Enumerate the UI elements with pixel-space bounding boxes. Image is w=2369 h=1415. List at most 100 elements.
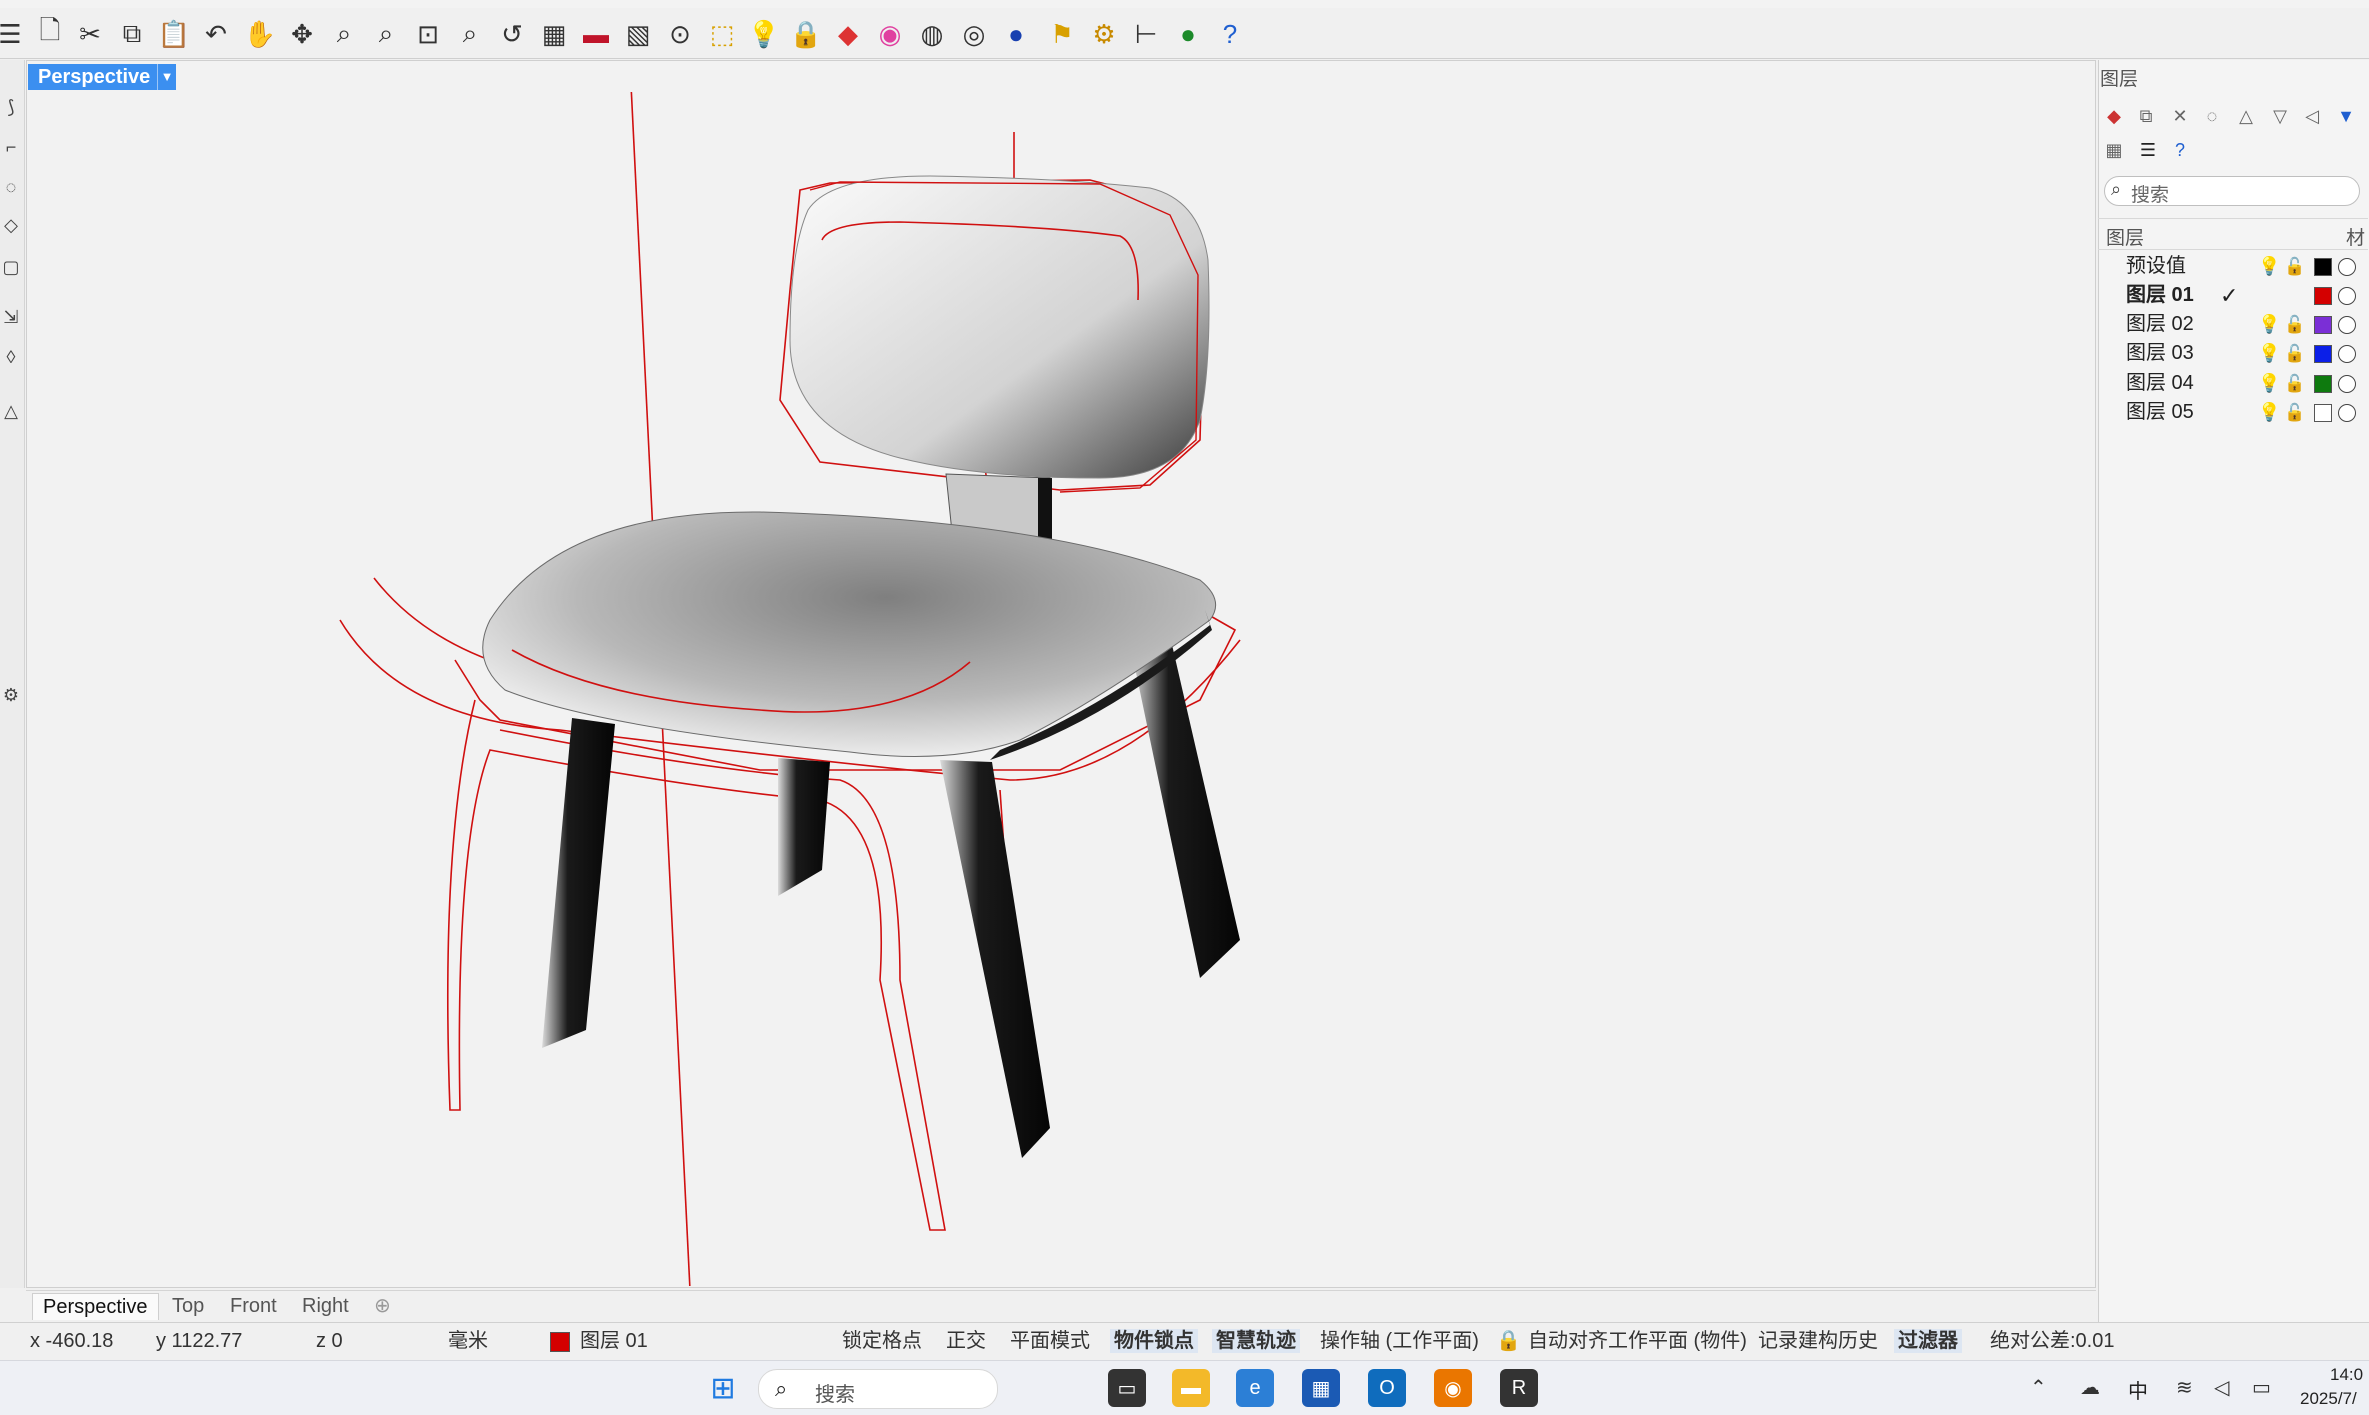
layer-row[interactable]: 图层 04 💡 🔓	[2098, 369, 2368, 398]
circle-tool-icon[interactable]: ◌	[0, 176, 22, 198]
grid-snap-toggle[interactable]: 锁定格点	[842, 1329, 922, 1353]
layer-visibility-icon[interactable]: 💡	[2258, 339, 2280, 368]
current-layer-check-icon[interactable]: ✓	[2220, 281, 2238, 310]
gumball-toggle[interactable]: 操作轴 (工作平面)	[1320, 1329, 1479, 1353]
layer-material-icon[interactable]: ◌	[2200, 104, 2224, 128]
osnap-toggle[interactable]: 物件锁点	[1110, 1329, 1198, 1353]
copy-icon[interactable]: ⧉	[116, 18, 148, 50]
layer-search-input[interactable]: ⌕ 搜索	[2104, 176, 2360, 206]
globe-icon[interactable]: ●	[1172, 18, 1204, 50]
clock-date[interactable]: 2025/7/	[2300, 1389, 2357, 1409]
tray-chevron-icon[interactable]: ⌃	[2030, 1375, 2047, 1400]
new-file-icon[interactable]: 🗋	[34, 15, 66, 50]
planar-toggle[interactable]: 平面模式	[1010, 1329, 1090, 1353]
windows-start-icon[interactable]: ⊞	[704, 1369, 742, 1407]
wireframe-sphere-icon[interactable]: ◍	[916, 18, 948, 50]
layer-color-swatch[interactable]	[2314, 316, 2332, 334]
edge-browser-icon[interactable]: e	[1236, 1369, 1274, 1407]
four-viewports-icon[interactable]: ▦	[538, 18, 570, 50]
table-view-icon[interactable]: ▦	[2102, 138, 2126, 162]
polyline-tool-icon[interactable]: ⌐	[0, 136, 22, 158]
units[interactable]: 毫米	[448, 1329, 488, 1353]
color-wheel-icon[interactable]: ◉	[874, 18, 906, 50]
filter-icon[interactable]: ▼	[2334, 104, 2358, 128]
layer-visibility-icon[interactable]: 💡	[2258, 310, 2280, 339]
store-icon[interactable]: ▦	[1302, 1369, 1340, 1407]
undo-view-icon[interactable]: ↺	[496, 18, 528, 50]
layer-material-circle-icon[interactable]	[2338, 404, 2356, 422]
layer-lock-icon[interactable]: 🔓	[2284, 398, 2305, 427]
pan-hand-icon[interactable]: ✋	[244, 18, 276, 50]
zoom-icon[interactable]: ⌕	[328, 18, 360, 50]
layer-lock-icon[interactable]: 🔓	[2284, 310, 2305, 339]
help-icon[interactable]: ?	[1214, 18, 1246, 50]
layer-visibility-icon[interactable]: 💡	[2258, 252, 2280, 281]
task-view-icon[interactable]: ▭	[1108, 1369, 1146, 1407]
layer-row[interactable]: 图层 01 ✓	[2098, 281, 2368, 310]
edit-tool-icon[interactable]: ◊	[0, 346, 22, 368]
material-icon[interactable]: ◆	[832, 18, 864, 50]
layer-lock-icon[interactable]: 🔓	[2284, 369, 2305, 398]
layer-visibility-icon[interactable]: 💡	[2258, 369, 2280, 398]
select-icon[interactable]: ⬚	[706, 18, 738, 50]
blender-icon[interactable]: ◉	[1434, 1369, 1472, 1407]
ime-indicator[interactable]: 中	[2128, 1375, 2148, 1404]
delete-layer-icon[interactable]: ✕	[2168, 104, 2192, 128]
new-sublayer-icon[interactable]: ⧉	[2134, 104, 2158, 128]
solid-tool-icon[interactable]: ▢	[0, 256, 22, 278]
wifi-icon[interactable]: ≋	[2176, 1375, 2193, 1400]
layer-material-circle-icon[interactable]	[2338, 258, 2356, 276]
layers-stack-icon[interactable]: ☰	[0, 18, 26, 50]
move-out-icon[interactable]: ◁	[2300, 104, 2324, 128]
lock-icon[interactable]: 🔒	[790, 18, 822, 50]
layer-lock-icon[interactable]: 🔓	[2284, 252, 2305, 281]
settings-icon[interactable]: ⚙	[0, 684, 22, 706]
tab-top[interactable]: Top	[162, 1293, 214, 1319]
rhino-icon[interactable]: R	[1500, 1369, 1538, 1407]
paste-icon[interactable]: 📋	[158, 18, 190, 50]
rotate-view-icon[interactable]: ✥	[286, 18, 318, 50]
layer-lock-icon[interactable]: 🔓	[2284, 339, 2305, 368]
flag-icon[interactable]: ⚑	[1046, 18, 1078, 50]
smarttrack-toggle[interactable]: 智慧轨迹	[1212, 1329, 1300, 1353]
viewport-title[interactable]: Perspective	[28, 64, 161, 90]
layer-color-swatch[interactable]	[2314, 287, 2332, 305]
surface-tool-icon[interactable]: ◇	[0, 214, 22, 236]
volume-icon[interactable]: ◁	[2214, 1375, 2229, 1400]
taskbar-search[interactable]: ⌕ 搜索	[758, 1369, 998, 1409]
layer-material-circle-icon[interactable]	[2338, 316, 2356, 334]
history-toggle[interactable]: 记录建构历史	[1758, 1329, 1878, 1353]
layer-material-circle-icon[interactable]	[2338, 375, 2356, 393]
car-icon[interactable]: ▬	[580, 18, 612, 50]
move-down-icon[interactable]: ▽	[2268, 104, 2292, 128]
list-view-icon[interactable]: ☰	[2136, 138, 2160, 162]
layer-row[interactable]: 预设值 💡 🔓	[2098, 252, 2368, 281]
tab-perspective[interactable]: Perspective	[32, 1293, 159, 1320]
tab-front[interactable]: Front	[220, 1293, 287, 1319]
dimension-icon[interactable]: ⊢	[1130, 18, 1162, 50]
clock-time[interactable]: 14:0	[2330, 1365, 2363, 1385]
transform-tool-icon[interactable]: ⇲	[0, 306, 22, 328]
cut-icon[interactable]: ✂	[74, 18, 106, 50]
layer-color-swatch[interactable]	[2314, 345, 2332, 363]
chair-model-scene[interactable]	[27, 92, 2093, 1286]
viewport-menu-arrow-icon[interactable]: ▼	[157, 64, 176, 90]
layer-row[interactable]: 图层 02 💡 🔓	[2098, 310, 2368, 339]
current-layer[interactable]: 图层 01	[580, 1329, 648, 1353]
move-up-icon[interactable]: △	[2234, 104, 2258, 128]
autoalign-toggle[interactable]: 自动对齐工作平面 (物件)	[1528, 1329, 1747, 1353]
layer-help-icon[interactable]: ?	[2168, 138, 2192, 162]
layer-row[interactable]: 图层 05 💡 🔓	[2098, 398, 2368, 427]
light-bulb-icon[interactable]: 💡	[748, 18, 780, 50]
zoom-selected-icon[interactable]: ⌕	[454, 18, 486, 50]
analyze-tool-icon[interactable]: △	[0, 400, 22, 422]
file-explorer-icon[interactable]: ▬	[1172, 1369, 1210, 1407]
layer-color-swatch[interactable]	[2314, 258, 2332, 276]
current-layer-swatch[interactable]	[550, 1332, 570, 1352]
layer-row[interactable]: 图层 03 💡 🔓	[2098, 339, 2368, 368]
shaded-sphere-icon[interactable]: ◎	[958, 18, 990, 50]
undo-icon[interactable]: ↶	[200, 18, 232, 50]
new-layer-icon[interactable]: ◆	[2102, 104, 2126, 128]
zoom-window-icon[interactable]: ⌕	[370, 18, 402, 50]
layer-visibility-icon[interactable]: 💡	[2258, 398, 2280, 427]
